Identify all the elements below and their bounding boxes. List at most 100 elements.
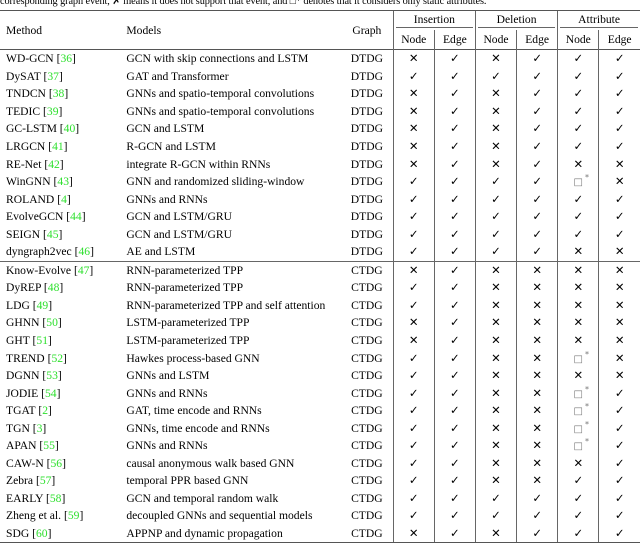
cell-insertion-edge: ✓ <box>433 48 476 68</box>
cell-method: RE-Net [42] <box>0 155 120 173</box>
cell-method: LDG [49] <box>0 297 120 315</box>
header-group-attribute-label: Attribute <box>560 13 638 28</box>
cell-insertion-edge: ✓ <box>433 190 476 208</box>
cell-attribute-edge: ✕ <box>598 260 640 280</box>
symbol-check: ✓ <box>450 103 460 118</box>
symbol-check: ✓ <box>573 526 584 541</box>
symbol-cross: ✕ <box>614 350 625 365</box>
symbol-cross: ✕ <box>614 156 625 171</box>
cell-models: causal anonymous walk based GNN <box>126 456 295 470</box>
cell-insertion-node: ✓ <box>392 437 435 455</box>
figure-caption: corresponding graph event, ✗ means it do… <box>0 0 487 7</box>
header-group-deletion-label: Deletion <box>477 13 556 28</box>
citation-number: 39 <box>46 104 59 118</box>
symbol-cross: ✕ <box>573 156 584 171</box>
cell-method: TNDCN [38] <box>0 85 120 103</box>
symbol-star: * <box>584 402 589 412</box>
symbol-cross: ✕ <box>408 262 419 277</box>
symbol-check: ✓ <box>408 280 419 295</box>
method-citation: [60] <box>32 527 52 541</box>
cell-method: EvolveGCN [44] <box>0 208 120 226</box>
cell-insertion-edge: ✓ <box>433 384 476 402</box>
citation-number: 48 <box>47 281 60 295</box>
symbol-check: ✓ <box>408 438 419 453</box>
method-citation: [43] <box>53 175 73 189</box>
symbol-cross: ✕ <box>491 526 501 541</box>
symbol-cross: ✕ <box>491 315 501 330</box>
cell-deletion-node: ✓ <box>474 243 517 262</box>
cell-deletion-node: ✕ <box>474 155 517 173</box>
cell-attribute-edge: ✓ <box>598 472 640 490</box>
symbol-check: ✓ <box>614 403 625 418</box>
citation-number: 3 <box>36 421 43 435</box>
method-citation: [53] <box>42 369 62 383</box>
cell-attribute-edge: ✕ <box>598 155 640 173</box>
cell-graph-type: CTDG <box>341 260 394 280</box>
cell-insertion-edge: ✓ <box>433 472 476 490</box>
symbol-check: ✓ <box>614 385 625 400</box>
symbol-box-star: □ * <box>573 437 589 453</box>
symbol-star: * <box>584 173 589 183</box>
method-citation: [54] <box>41 386 61 400</box>
table-row: GHT [51] LSTM-parameterized TPP CTDG ✕ ✓ ✕ ✕ ✕ ✕ <box>0 331 640 350</box>
cell-deletion-node: ✕ <box>474 296 517 315</box>
symbol-check: ✓ <box>573 226 584 241</box>
cell-deletion-node: ✕ <box>474 85 517 103</box>
symbol-check: ✓ <box>408 209 419 224</box>
cell-deletion-node: ✕ <box>474 524 517 544</box>
symbol-check: ✓ <box>450 333 460 348</box>
cell-insertion-node: ✕ <box>392 260 435 280</box>
symbol-check: ✓ <box>408 455 419 470</box>
cell-deletion-node: ✕ <box>474 279 517 297</box>
symbol-cross: ✕ <box>573 262 584 277</box>
cell-insertion-edge: ✓ <box>433 243 476 262</box>
cell-graph-type: CTDG <box>351 439 383 453</box>
cell-deletion-node: ✕ <box>474 349 517 367</box>
symbol-check: ✓ <box>450 51 460 66</box>
method-citation: [41] <box>48 140 68 153</box>
cell-graph-type: CTDG <box>351 421 383 435</box>
method-name: DySAT <box>6 69 41 83</box>
citation-number: 47 <box>77 263 90 277</box>
citation-number: 50 <box>46 316 58 330</box>
symbol-cross: ✕ <box>573 368 584 383</box>
cell-deletion-node: ✕ <box>474 48 517 68</box>
symbol-cross: ✕ <box>532 315 542 330</box>
method-name: TNDCN <box>6 87 46 101</box>
symbol-check: ✓ <box>614 139 625 153</box>
symbol-cross: ✕ <box>408 156 419 171</box>
symbol-star: * <box>584 437 589 447</box>
cell-attribute-node: ✓ <box>557 137 599 156</box>
cell-graph-type: CTDG <box>351 456 383 470</box>
cell-graph-type: CTDG <box>351 298 383 312</box>
symbol-check: ✓ <box>450 350 460 365</box>
table-row: EvolveGCN [44] GCN and LSTM/GRU DTDG ✓ ✓ ✓ ✓ ✓ ✓ <box>0 207 640 226</box>
cell-deletion-node: ✓ <box>474 67 517 86</box>
symbol-check: ✓ <box>532 191 542 206</box>
symbol-check: ✓ <box>614 209 625 224</box>
cell-deletion-edge: ✓ <box>516 172 558 191</box>
symbol-check: ✓ <box>491 209 501 224</box>
cell-attribute-edge: ✓ <box>598 225 640 244</box>
symbol-check: ✓ <box>450 262 460 277</box>
method-citation: [4] <box>57 192 71 206</box>
cell-insertion-edge: ✓ <box>433 401 476 420</box>
table-row: DyREP [48] RNN-parameterized TPP CTDG ✓ ✓ ✕ ✕ ✕… <box>0 279 640 297</box>
cell-models: GNNs and spatio-temporal convolutions <box>126 104 315 118</box>
cell-insertion-node: ✓ <box>392 225 435 244</box>
method-citation: [40] <box>59 122 80 136</box>
cell-insertion-node: ✓ <box>392 489 435 508</box>
method-citation: [39] <box>43 104 63 118</box>
symbol-cross: ✕ <box>491 121 501 136</box>
symbol-cross: ✕ <box>532 333 542 348</box>
cell-insertion-node: ✕ <box>392 137 435 156</box>
cell-attribute-node: □ * <box>557 384 599 402</box>
cell-deletion-edge: ✕ <box>516 419 558 438</box>
method-citation: [37] <box>43 69 63 83</box>
cell-deletion-node: ✕ <box>474 454 517 473</box>
symbol-check: ✓ <box>408 297 419 312</box>
cell-attribute-node: ✕ <box>557 454 599 473</box>
cell-attribute-edge: ✕ <box>598 172 640 191</box>
cell-deletion-node: ✕ <box>474 137 517 156</box>
symbol-check: ✓ <box>573 473 584 488</box>
